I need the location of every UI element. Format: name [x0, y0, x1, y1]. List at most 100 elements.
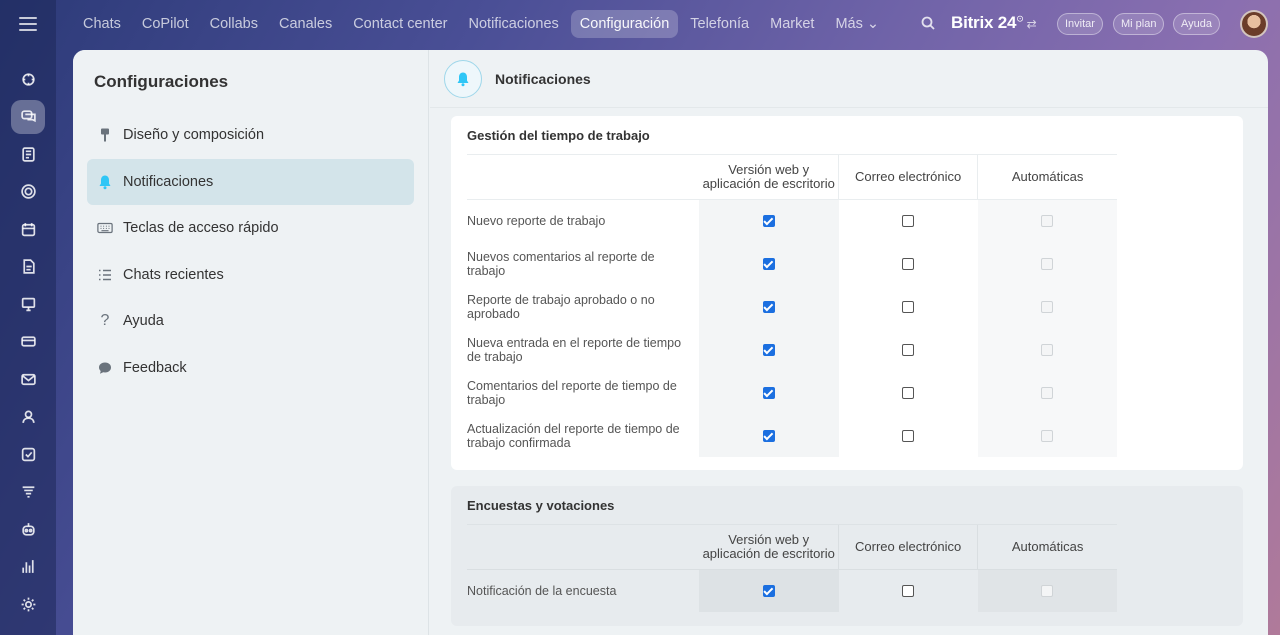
chat-bubble-icon [95, 360, 115, 376]
page-title: Notificaciones [495, 70, 591, 87]
table-row: Nuevo reporte de trabajo [467, 199, 1117, 242]
sidebar-title: Configuraciones [94, 72, 229, 91]
web-checkbox[interactable] [762, 387, 775, 400]
sidebar-item-notifications[interactable]: Notificaciones [87, 158, 414, 205]
web-checkbox[interactable] [762, 585, 775, 598]
table-header-row: Versión web y aplicación de escritorio C… [467, 155, 1117, 200]
auto-checkbox [1041, 301, 1054, 314]
settings-content: Notificaciones Gestión del tiempo de tra… [430, 50, 1268, 635]
brand-name: Bitrix 24 [951, 13, 1017, 32]
nav-market[interactable]: Market [761, 10, 823, 38]
column-header-web: Versión web y aplicación de escritorio [699, 525, 840, 570]
email-checkbox[interactable] [902, 387, 915, 400]
auto-checkbox [1041, 258, 1054, 271]
bell-icon [444, 59, 482, 98]
contacts-icon[interactable] [11, 400, 45, 434]
table-row: Actualización del reporte de tiempo de t… [467, 414, 1117, 457]
nav-notificaciones[interactable]: Notificaciones [460, 10, 568, 38]
collabs-icon[interactable] [11, 175, 45, 209]
web-checkbox[interactable] [762, 301, 775, 314]
web-checkbox[interactable] [762, 344, 775, 357]
list-icon [95, 267, 115, 283]
table-header-row: Versión web y aplicación de escritorio C… [467, 525, 1117, 570]
auto-checkbox [1041, 585, 1054, 598]
sidebar-item-feedback[interactable]: Feedback [87, 345, 414, 392]
row-label: Actualización del reporte de tiempo de t… [467, 421, 680, 450]
email-checkbox[interactable] [902, 344, 915, 357]
clock-badge-icon: ⊙ [1016, 13, 1024, 24]
settings-sidebar: Configuraciones Diseño y composición Not… [73, 50, 429, 635]
question-icon: ? [100, 312, 110, 330]
analytics-icon[interactable] [11, 550, 45, 584]
main-menu: Chats CoPilot Collabs Canales Contact ce… [74, 10, 891, 38]
sidebar-item-label: Diseño y composición [123, 127, 265, 144]
hamburger-menu-icon[interactable] [19, 14, 37, 34]
documents-icon[interactable] [11, 250, 45, 284]
sidebar-item-shortcuts[interactable]: Teclas de acceso rápido [87, 205, 414, 252]
left-rail [0, 0, 56, 635]
copilot-icon[interactable] [11, 62, 45, 96]
auto-checkbox [1041, 344, 1054, 357]
notification-table: Versión web y aplicación de escritorio C… [467, 525, 1117, 612]
settings-gear-icon[interactable] [11, 587, 45, 621]
column-header-email: Correo electrónico [838, 155, 979, 200]
table-row: Reporte de trabajo aprobado o no aprobad… [467, 285, 1117, 328]
email-checkbox[interactable] [902, 215, 915, 228]
row-label: Comentarios del reporte de tiempo de tra… [467, 378, 677, 407]
board-icon[interactable] [11, 287, 45, 321]
auto-checkbox [1041, 430, 1054, 443]
nav-more[interactable]: Más ⌄ [826, 10, 888, 38]
sidebar-item-label: Teclas de acceso rápido [123, 220, 279, 237]
robot-icon[interactable] [11, 512, 45, 546]
email-checkbox[interactable] [902, 430, 915, 443]
calendar-icon[interactable] [11, 212, 45, 246]
invite-button[interactable]: Invitar [1057, 13, 1103, 35]
sidebar-item-recent-chats[interactable]: Chats recientes [87, 252, 414, 299]
user-avatar[interactable] [1240, 10, 1268, 38]
brush-icon [95, 127, 115, 143]
web-checkbox[interactable] [762, 215, 775, 228]
sidebar-item-design[interactable]: Diseño y composición [87, 112, 414, 159]
switch-icon[interactable]: ⇄ [1027, 17, 1037, 31]
table-row: Nueva entrada en el reporte de tiempo de… [467, 328, 1117, 371]
column-header-auto: Automáticas [977, 155, 1117, 200]
nav-copilot[interactable]: CoPilot [133, 10, 198, 38]
card-icon[interactable] [11, 325, 45, 359]
email-checkbox[interactable] [902, 258, 915, 271]
brand-logo[interactable]: Bitrix 24⊙ ⇄ [951, 13, 1037, 33]
sidebar-item-label: Chats recientes [123, 266, 224, 283]
column-header-label [467, 525, 700, 570]
table-row: Nuevos comentarios al reporte de trabajo [467, 242, 1117, 285]
auto-checkbox [1041, 387, 1054, 400]
help-button[interactable]: Ayuda [1173, 13, 1220, 35]
nav-chats[interactable]: Chats [74, 10, 130, 38]
nav-canales[interactable]: Canales [270, 10, 341, 38]
sidebar-item-help[interactable]: ? Ayuda [87, 298, 414, 345]
column-header-web: Versión web y aplicación de escritorio [699, 155, 840, 200]
email-checkbox[interactable] [902, 585, 915, 598]
table-row: Comentarios del reporte de tiempo de tra… [467, 371, 1117, 414]
row-label: Nuevo reporte de trabajo [467, 213, 606, 228]
sidebar-item-label: Notificaciones [123, 173, 214, 190]
my-plan-button[interactable]: Mi plan [1113, 13, 1165, 35]
nav-collabs[interactable]: Collabs [201, 10, 267, 38]
section-title: Encuestas y votaciones [467, 486, 1117, 525]
content-header: Notificaciones [430, 50, 1268, 108]
web-checkbox[interactable] [762, 430, 775, 443]
email-checkbox[interactable] [902, 301, 915, 314]
row-label: Nuevos comentarios al reporte de trabajo [467, 249, 655, 278]
feed-icon[interactable] [11, 137, 45, 171]
funnel-icon[interactable] [11, 475, 45, 509]
sidebar-item-label: Feedback [123, 359, 187, 376]
row-label: Reporte de trabajo aprobado o no aprobad… [467, 292, 655, 321]
nav-telefonia[interactable]: Telefonía [681, 10, 758, 38]
mail-icon[interactable] [11, 362, 45, 396]
search-icon[interactable] [920, 15, 938, 33]
tasks-icon[interactable] [11, 437, 45, 471]
top-navigation: Chats CoPilot Collabs Canales Contact ce… [56, 0, 1280, 48]
nav-configuracion[interactable]: Configuración [570, 10, 679, 38]
section-surveys: Encuestas y votaciones Versión web y apl… [451, 486, 1243, 626]
web-checkbox[interactable] [762, 258, 775, 271]
nav-contact-center[interactable]: Contact center [344, 10, 456, 38]
messenger-icon[interactable] [11, 99, 45, 134]
